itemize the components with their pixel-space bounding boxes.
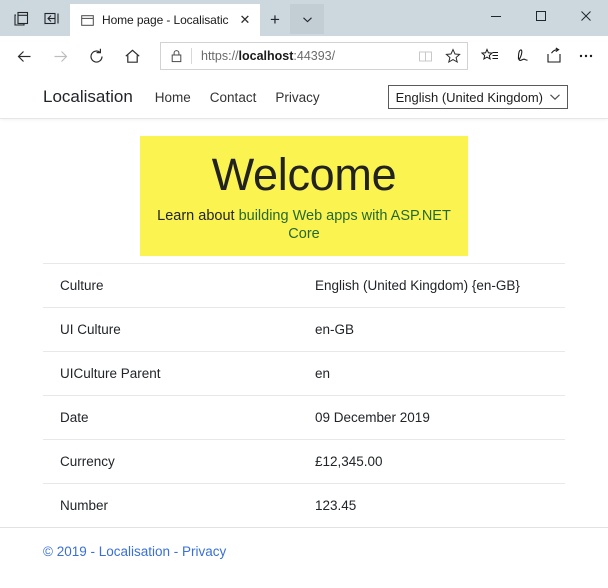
chevron-down-icon <box>549 93 561 101</box>
nav-link-home[interactable]: Home <box>155 90 191 105</box>
row-value-culture: English (United Kingdom) {en-GB} <box>315 278 520 294</box>
table-row: Currency £12,345.00 <box>43 439 565 484</box>
star-icon[interactable] <box>439 43 467 69</box>
table-row: Number 123.45 <box>43 483 565 528</box>
welcome-subtitle: Learn about building Web apps with ASP.N… <box>140 208 468 243</box>
address-bar[interactable]: https://localhost:44393/ <box>160 42 468 70</box>
site-navigation: Localisation Home Contact Privacy Englis… <box>0 76 608 119</box>
back-arrow-icon[interactable] <box>6 38 42 74</box>
row-label-uiculture-parent: UICulture Parent <box>60 366 161 382</box>
maximize-button[interactable] <box>518 0 563 32</box>
row-value-date: 09 December 2019 <box>315 410 430 426</box>
url-scheme: https:// <box>201 49 239 63</box>
table-row: UI Culture en-GB <box>43 307 565 352</box>
tab-preview-icon[interactable] <box>6 3 36 33</box>
language-select[interactable]: English (United Kingdom) <box>387 85 568 109</box>
page-title: Welcome <box>211 149 397 200</box>
footer-copyright: © 2019 - Localisation - <box>43 544 183 560</box>
row-label-ui-culture: UI Culture <box>60 322 121 338</box>
url-path: :44393/ <box>293 49 336 63</box>
window-close-button[interactable] <box>563 0 608 32</box>
forward-arrow-icon[interactable] <box>42 38 78 74</box>
footer-text: © 2019 - Localisation - Privacy <box>43 544 226 559</box>
web-note-pen-icon[interactable] <box>506 39 538 73</box>
site-brand[interactable]: Localisation <box>43 87 133 107</box>
url-host: localhost <box>238 49 294 63</box>
nav-link-contact[interactable]: Contact <box>210 90 257 105</box>
footer-privacy-link[interactable]: Privacy <box>182 544 226 559</box>
table-row: UICulture Parent en <box>43 351 565 396</box>
row-value-number: 123.45 <box>315 498 357 514</box>
more-settings-icon[interactable] <box>570 39 602 73</box>
window-controls <box>473 0 608 32</box>
url-text: https://localhost:44393/ <box>192 49 411 63</box>
welcome-subtitle-prefix: Learn about <box>157 208 239 225</box>
row-value-currency: £12,345.00 <box>315 454 383 470</box>
nav-link-privacy[interactable]: Privacy <box>275 90 319 105</box>
browser-toolbar: https://localhost:44393/ <box>0 36 608 76</box>
reading-view-icon[interactable] <box>411 43 439 69</box>
refresh-icon[interactable] <box>78 38 114 74</box>
browser-window: Home page - Localisatic ✕ + https://loca… <box>0 0 608 588</box>
toolbar-right-actions <box>474 39 602 73</box>
tab-title: Home page - Localisatic <box>102 13 229 27</box>
row-label-date: Date <box>60 410 89 426</box>
page-content: Welcome Learn about building Web apps wi… <box>0 119 608 527</box>
row-value-uiculture-parent: en <box>315 366 331 382</box>
set-tabs-aside-icon[interactable] <box>36 3 66 33</box>
new-tab-button[interactable]: + <box>260 4 290 36</box>
lock-icon <box>161 43 191 69</box>
tab-strip-left-buttons <box>0 0 70 36</box>
row-label-culture: Culture <box>60 278 104 294</box>
nav-links: Home Contact Privacy <box>155 90 388 105</box>
favorites-hub-icon[interactable] <box>474 39 506 73</box>
language-select-value: English (United Kingdom) <box>395 89 543 105</box>
page-icon <box>79 12 95 28</box>
row-label-currency: Currency <box>60 454 115 470</box>
row-value-ui-culture: en-GB <box>315 322 355 338</box>
welcome-banner: Welcome Learn about building Web apps wi… <box>140 136 468 257</box>
row-label-number: Number <box>60 498 109 514</box>
minimize-button[interactable] <box>473 0 518 32</box>
browser-tab[interactable]: Home page - Localisatic ✕ <box>70 4 260 36</box>
tab-list-chevron-icon[interactable] <box>290 4 324 34</box>
table-row: Date 09 December 2019 <box>43 395 565 440</box>
home-icon[interactable] <box>114 38 150 74</box>
page-viewport: Localisation Home Contact Privacy Englis… <box>0 76 608 588</box>
close-icon[interactable]: ✕ <box>234 9 256 31</box>
table-row: Culture English (United Kingdom) {en-GB} <box>43 263 565 308</box>
aspnet-docs-link[interactable]: building Web apps with ASP.NET Core <box>239 208 451 241</box>
tab-strip: Home page - Localisatic ✕ + <box>0 0 608 36</box>
site-footer: © 2019 - Localisation - Privacy <box>0 527 608 588</box>
localisation-info-table: Culture English (United Kingdom) {en-GB}… <box>43 263 565 527</box>
share-icon[interactable] <box>538 39 570 73</box>
